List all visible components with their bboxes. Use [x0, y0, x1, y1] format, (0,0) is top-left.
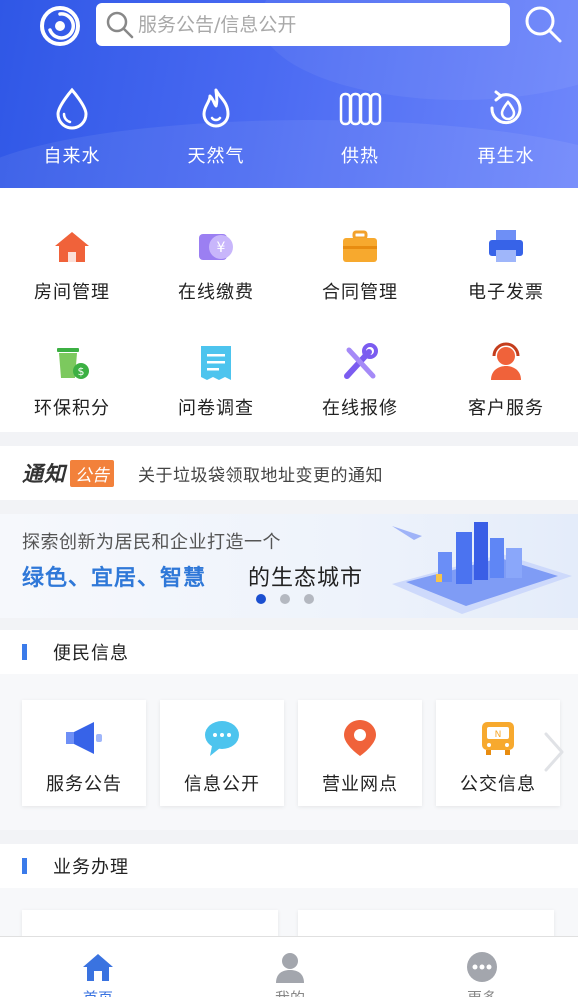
user-icon — [276, 953, 304, 983]
banner-suffix: 的生态城市 — [248, 566, 364, 591]
service-electronic-invoice[interactable]: 电子发票 — [436, 226, 576, 304]
search-input[interactable] — [136, 4, 496, 45]
utility-recycled-water[interactable]: 再生水 — [446, 86, 566, 168]
flame-icon — [202, 88, 230, 128]
banner-highlight: 绿色、宜居、智慧 — [22, 566, 207, 591]
service-label: 合同管理 — [322, 282, 398, 303]
chevron-right-icon[interactable] — [540, 730, 568, 774]
notice-bar[interactable]: 通知 公告 关于垃圾袋领取地址变更的通知 — [0, 446, 578, 500]
banner-pagination — [256, 594, 314, 604]
section-accent-bar — [22, 644, 27, 660]
svg-text:N: N — [495, 730, 502, 740]
location-pin-icon — [344, 720, 376, 756]
service-eco-points[interactable]: $ 环保积分 — [2, 342, 142, 420]
nav-label: 首页 — [48, 987, 148, 997]
utility-heating[interactable]: 供热 — [300, 86, 420, 168]
trash-coin-icon: $ — [57, 348, 89, 379]
service-online-repair[interactable]: 在线报修 — [290, 342, 430, 420]
house-icon — [55, 232, 89, 262]
service-survey[interactable]: 问卷调查 — [146, 342, 286, 420]
service-room-management[interactable]: 房间管理 — [2, 226, 142, 304]
business-card-row — [0, 888, 578, 950]
nav-more[interactable]: 更多 — [432, 951, 532, 997]
bottom-navigation: 首页 我的 更多 — [0, 936, 578, 997]
banner-dot[interactable] — [304, 594, 314, 604]
megaphone-icon — [66, 722, 102, 754]
info-card-info-disclosure[interactable]: 信息公开 — [160, 700, 284, 806]
recycled-water-icon — [490, 90, 522, 125]
section-header-info: 便民信息 — [0, 630, 578, 674]
service-label: 客户服务 — [468, 398, 544, 419]
city-illustration-icon — [392, 522, 572, 614]
section-title: 业务办理 — [53, 857, 129, 878]
info-card-service-notice[interactable]: 服务公告 — [22, 700, 146, 806]
info-card-row: 服务公告 信息公开 营业网点 N 公交信息 — [0, 674, 578, 830]
service-customer-service[interactable]: 客户服务 — [436, 342, 576, 420]
service-label: 在线报修 — [322, 398, 398, 419]
info-card-label: 服务公告 — [46, 774, 122, 795]
wrench-screwdriver-icon — [344, 343, 378, 379]
headset-agent-icon — [491, 342, 521, 380]
header-bar: 自来水 天然气 供热 再生水 — [0, 0, 578, 188]
service-label: 问卷调查 — [178, 398, 254, 419]
yen-wallet-icon: ¥ — [199, 234, 233, 260]
nav-label: 我的 — [240, 987, 340, 997]
info-card-label: 信息公开 — [184, 774, 260, 795]
utility-water[interactable]: 自来水 — [12, 86, 132, 168]
svg-text:$: $ — [78, 365, 85, 378]
radiator-icon — [339, 92, 382, 126]
service-grid: 房间管理 ¥ 在线缴费 合同管理 电子发票 $ 环保积分 问卷调查 在线报修 客… — [0, 188, 578, 432]
svg-text:¥: ¥ — [217, 240, 226, 256]
utility-label: 再生水 — [477, 146, 535, 167]
search-icon — [106, 11, 134, 38]
search-button-icon[interactable] — [521, 4, 565, 44]
service-label: 房间管理 — [34, 282, 110, 303]
nav-home[interactable]: 首页 — [48, 951, 148, 997]
section-title: 便民信息 — [53, 643, 129, 664]
bus-icon: N — [482, 722, 514, 755]
info-card-label: 营业网点 — [322, 774, 398, 795]
nav-label: 更多 — [432, 987, 532, 997]
water-drop-icon — [56, 87, 88, 130]
service-label: 环保积分 — [34, 398, 110, 419]
utility-label: 自来水 — [43, 146, 101, 167]
home-icon — [83, 954, 113, 981]
notice-tag-badge: 公告 — [70, 459, 114, 487]
utility-label: 天然气 — [187, 146, 245, 167]
section-header-business: 业务办理 — [0, 844, 578, 888]
info-card-service-outlets[interactable]: 营业网点 — [298, 700, 422, 806]
section-accent-bar — [22, 858, 27, 874]
banner-dot[interactable] — [256, 594, 266, 604]
utility-label: 供热 — [341, 146, 379, 167]
service-label: 电子发票 — [468, 282, 544, 303]
service-contract-management[interactable]: 合同管理 — [290, 226, 430, 304]
briefcase-icon — [343, 230, 377, 262]
search-box[interactable] — [96, 3, 510, 46]
nav-profile[interactable]: 我的 — [240, 951, 340, 997]
survey-icon — [201, 346, 231, 380]
printer-icon — [489, 230, 523, 262]
utility-gas[interactable]: 天然气 — [156, 86, 276, 168]
app-logo-icon[interactable] — [38, 4, 82, 48]
banner-line1: 探索创新为居民和企业打造一个 — [22, 532, 281, 553]
notice-tag: 通知 — [22, 462, 66, 486]
utility-categories: 自来水 天然气 供热 再生水 — [0, 86, 578, 176]
service-label: 在线缴费 — [178, 282, 254, 303]
service-online-payment[interactable]: ¥ 在线缴费 — [146, 226, 286, 304]
promo-banner[interactable]: 探索创新为居民和企业打造一个 绿色、宜居、智慧 的生态城市 — [0, 514, 578, 618]
more-icon — [467, 952, 497, 982]
banner-dot[interactable] — [280, 594, 290, 604]
chat-bubble-icon — [205, 721, 239, 756]
notice-text[interactable]: 关于垃圾袋领取地址变更的通知 — [138, 461, 383, 486]
